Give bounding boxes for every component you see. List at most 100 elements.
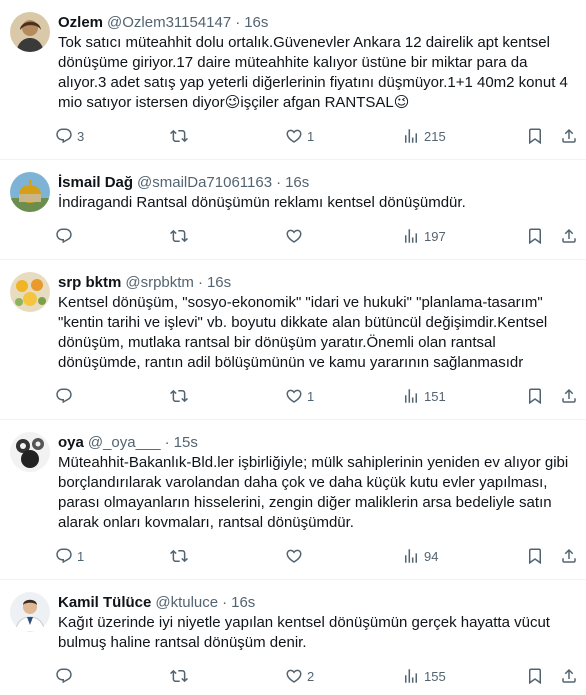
reply-button[interactable]: 1 (55, 544, 84, 568)
like-icon (285, 127, 303, 145)
tweet-time[interactable]: 15s (174, 434, 198, 451)
views-icon (402, 127, 420, 145)
tweet-card[interactable]: Kamil Tülüce @ktuluce · 16s Kağıt üzerin… (0, 580, 586, 695)
bookmark-button[interactable] (526, 544, 544, 568)
tweet-time[interactable]: 16s (207, 274, 231, 291)
bookmark-button[interactable] (526, 384, 544, 408)
share-button[interactable] (560, 384, 578, 408)
author-handle[interactable]: @_oya___ (88, 434, 161, 451)
share-button[interactable] (560, 124, 578, 148)
like-icon (285, 547, 303, 565)
author-name[interactable]: oya (58, 434, 84, 451)
like-icon (285, 387, 303, 405)
views-button[interactable]: 155 (402, 664, 446, 688)
author-name[interactable]: Kamil Tülüce (58, 594, 151, 611)
tweet-text: Tok satıcı müteahhit dolu ortalık.Güvene… (58, 34, 568, 111)
bookmark-icon (526, 227, 544, 245)
tweet-header: srp bktm @srpbktm · 16s (58, 272, 576, 292)
share-button[interactable] (560, 544, 578, 568)
like-button[interactable] (285, 544, 307, 568)
views-button[interactable]: 151 (402, 384, 446, 408)
tweet-header: Ozlem @Ozlem31154147 · 16s (58, 12, 576, 32)
reply-count: 3 (77, 128, 85, 144)
retweet-icon (170, 127, 188, 145)
tweet-header: oya @_oya___ · 15s (58, 432, 576, 452)
bookmark-button[interactable] (526, 224, 544, 248)
like-button[interactable]: 2 (285, 664, 314, 688)
like-button[interactable]: 1 (285, 384, 314, 408)
tweet-actions: 3 1 215 (50, 124, 586, 148)
author-name[interactable]: Ozlem (58, 14, 103, 31)
view-count: 155 (424, 668, 446, 684)
reply-button[interactable] (55, 664, 77, 688)
avatar[interactable] (10, 172, 50, 212)
avatar[interactable] (10, 12, 50, 52)
retweet-button[interactable] (170, 384, 192, 408)
reply-button[interactable]: 3 (55, 124, 84, 148)
tweet-actions: 1 94 (50, 544, 586, 568)
like-icon (285, 667, 303, 685)
author-name[interactable]: srp bktm (58, 274, 121, 291)
like-icon (285, 227, 303, 245)
tweet-text: Kentsel dönüşüm, "sosyo-ekonomik" "idari… (58, 294, 548, 371)
tweet-actions: 2 155 (50, 664, 586, 688)
retweet-button[interactable] (170, 124, 192, 148)
bookmark-button[interactable] (526, 124, 544, 148)
tweet-card[interactable]: İsmail Dağ @smailDa71061163 · 16s İndira… (0, 160, 586, 260)
tweet-card[interactable]: srp bktm @srpbktm · 16s Kentsel dönüşüm,… (0, 260, 586, 420)
retweet-button[interactable] (170, 224, 192, 248)
views-icon (402, 387, 420, 405)
bookmark-button[interactable] (526, 664, 544, 688)
reply-icon (55, 547, 73, 565)
separator-dot: · (164, 433, 170, 451)
avatar[interactable] (10, 432, 50, 472)
like-button[interactable]: 1 (285, 124, 314, 148)
view-count: 94 (424, 548, 439, 564)
retweet-icon (170, 667, 188, 685)
author-handle[interactable]: @smailDa71061163 (137, 174, 272, 191)
reply-icon (55, 227, 73, 245)
tweet-actions: 197 (50, 224, 586, 248)
separator-dot: · (235, 13, 241, 31)
tweet-time[interactable]: 16s (244, 14, 268, 31)
share-button[interactable] (560, 664, 578, 688)
tweet-card[interactable]: oya @_oya___ · 15s Müteahhit-Bakanlık-Bl… (0, 420, 586, 580)
view-count: 151 (424, 388, 446, 404)
view-count: 215 (424, 128, 446, 144)
author-handle[interactable]: @srpbktm (125, 274, 194, 291)
tweet-time[interactable]: 16s (231, 594, 255, 611)
reply-icon (55, 127, 73, 145)
views-icon (402, 547, 420, 565)
timeline-feed: Ozlem @Ozlem31154147 · 16s Tok satıcı mü… (0, 0, 586, 695)
tweet-card[interactable]: Ozlem @Ozlem31154147 · 16s Tok satıcı mü… (0, 0, 586, 160)
retweet-icon (170, 227, 188, 245)
like-count: 1 (307, 128, 315, 144)
avatar[interactable] (10, 272, 50, 312)
share-icon (560, 387, 578, 405)
author-handle[interactable]: @ktuluce (155, 594, 218, 611)
retweet-button[interactable] (170, 664, 192, 688)
views-button[interactable]: 197 (402, 224, 446, 248)
separator-dot: · (276, 173, 282, 191)
tweet-time[interactable]: 16s (285, 174, 309, 191)
bookmark-icon (526, 547, 544, 565)
views-button[interactable]: 94 (402, 544, 438, 568)
share-icon (560, 227, 578, 245)
like-count: 2 (307, 668, 315, 684)
tweet-text: Müteahhit-Bakanlık-Bld.ler işbirliğiyle;… (58, 454, 569, 531)
reply-count: 1 (77, 548, 85, 564)
tweet-actions: 1 151 (50, 384, 586, 408)
author-handle[interactable]: @Ozlem31154147 (107, 14, 231, 31)
reply-button[interactable] (55, 224, 77, 248)
like-button[interactable] (285, 224, 307, 248)
retweet-button[interactable] (170, 544, 192, 568)
view-count: 197 (424, 228, 446, 244)
views-icon (402, 227, 420, 245)
author-name[interactable]: İsmail Dağ (58, 174, 133, 191)
separator-dot: · (222, 593, 228, 611)
tweet-text: Kağıt üzerinde iyi niyetle yapılan kents… (58, 614, 550, 651)
avatar[interactable] (10, 592, 50, 632)
views-button[interactable]: 215 (402, 124, 446, 148)
share-button[interactable] (560, 224, 578, 248)
reply-button[interactable] (55, 384, 77, 408)
